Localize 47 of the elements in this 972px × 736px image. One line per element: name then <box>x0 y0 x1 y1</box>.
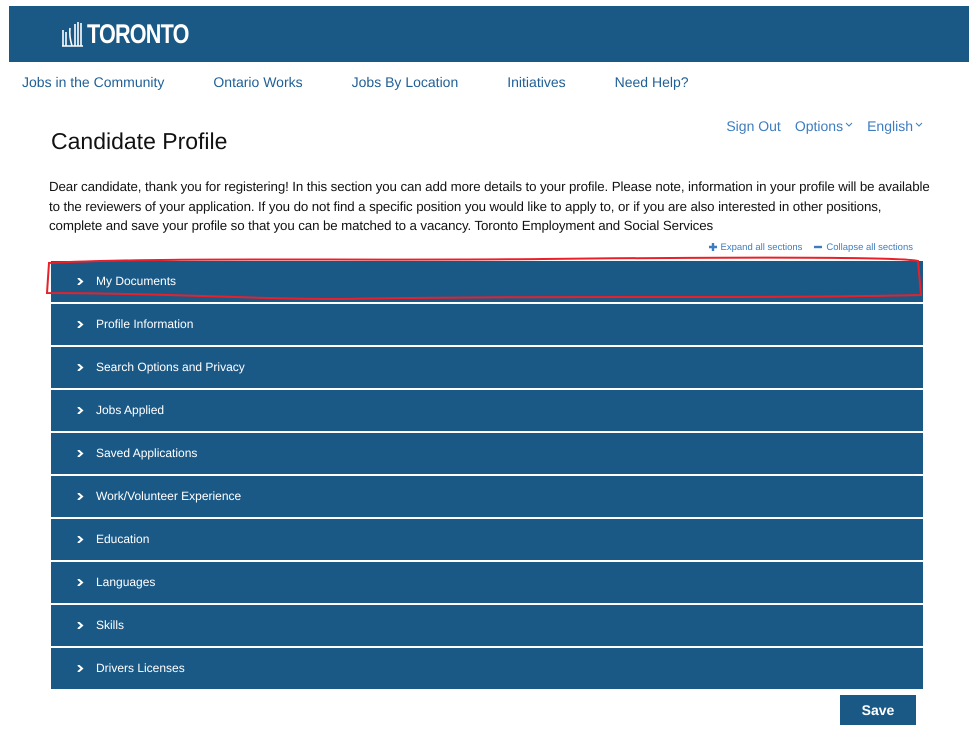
section-label: Skills <box>96 618 124 632</box>
minus-icon <box>814 243 822 251</box>
intro-text: Dear candidate, thank you for registering! In this section you can add more details to your profile. Please note, information in your profile will be available to the reviewers of your application. If you do not find a specific position you would like to apply to, or if you are also interested in other positions, complete and save your profile so that you can be matched to a vacancy. Toronto Employment and Social Services <box>49 178 931 235</box>
accordion-header[interactable]: Saved Applications <box>51 432 923 474</box>
user-link[interactable]: Options <box>794 118 854 134</box>
accordion-header[interactable]: Jobs Applied <box>51 390 923 430</box>
section-label: Saved Applications <box>96 446 198 460</box>
nav-link[interactable]: Jobs in the Community <box>22 74 164 90</box>
chevron-right-icon <box>77 406 84 414</box>
accordion-header[interactable]: Languages <box>51 562 923 602</box>
section-label: Work/Volunteer Experience <box>96 489 242 503</box>
nav-link[interactable]: Need Help? <box>614 74 689 90</box>
accordion-header[interactable]: Work/Volunteer Experience <box>51 476 923 516</box>
chevron-right-icon <box>77 664 84 672</box>
chevron-right-icon <box>77 450 84 456</box>
chevron-right-icon <box>77 536 84 542</box>
user-link[interactable]: English <box>867 118 923 134</box>
nav-link[interactable]: Initiatives <box>507 74 566 90</box>
nav-link[interactable]: Ontario Works <box>213 74 303 90</box>
section-label: My Documents <box>96 274 176 288</box>
accordion-header[interactable]: Skills <box>51 604 923 646</box>
chevron-down-icon <box>915 122 923 127</box>
section-label: Drivers Licenses <box>96 661 185 675</box>
page-title: Candidate Profile <box>51 128 228 155</box>
chevron-right-icon <box>77 492 84 500</box>
chevron-right-icon <box>77 278 84 284</box>
logo-text[interactable]: TORONTO <box>87 20 189 48</box>
accordion-header[interactable]: Education <box>51 518 923 560</box>
section-label: Profile Information <box>96 317 194 331</box>
section-label: Languages <box>96 575 156 589</box>
section-control-link[interactable]: Collapse all sections <box>814 242 913 252</box>
section-label: Search Options and Privacy <box>96 360 245 374</box>
save-button[interactable]: Save <box>840 694 916 724</box>
accordion-header[interactable]: Search Options and Privacy <box>51 346 923 388</box>
chevron-right-icon <box>77 578 84 586</box>
chevron-right-icon <box>77 622 84 628</box>
chevron-down-icon <box>845 122 854 127</box>
chevron-right-icon <box>77 320 84 328</box>
nav-link[interactable]: Jobs By Location <box>352 74 458 90</box>
accordion-header[interactable]: Profile Information <box>51 304 923 344</box>
section-label: Education <box>96 532 150 546</box>
plus-icon <box>708 243 717 251</box>
section-control-link[interactable]: Expand all sections <box>708 242 802 252</box>
section-label: Jobs Applied <box>96 403 164 417</box>
user-link[interactable]: Sign Out <box>726 118 781 134</box>
chevron-right-icon <box>77 364 84 370</box>
accordion-header[interactable]: Drivers Licenses <box>51 648 923 688</box>
